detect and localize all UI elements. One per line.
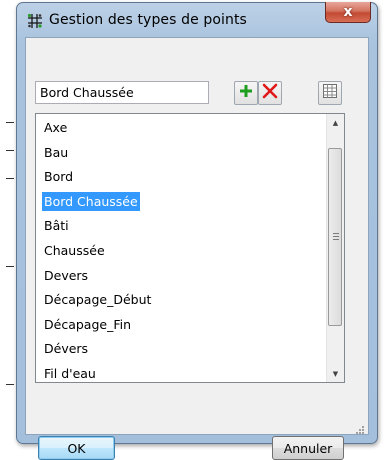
add-point-type-button[interactable] bbox=[234, 81, 258, 105]
dialog-window: Gestion des types de points x Bord Chaus… bbox=[16, 2, 378, 460]
list-item[interactable]: Fil d'eau bbox=[42, 364, 98, 382]
cancel-button[interactable]: Annuler bbox=[272, 436, 344, 460]
table-view-button[interactable] bbox=[318, 81, 342, 105]
points-grid-icon bbox=[27, 13, 43, 29]
list-item[interactable]: Axe bbox=[42, 118, 69, 137]
background-mark bbox=[6, 150, 14, 151]
dialog-client-area: Bord Chaussée Axe Bau Bord Bord Chaussée… bbox=[25, 37, 369, 460]
background-mark bbox=[6, 178, 14, 179]
title-bar[interactable]: Gestion des types de points x bbox=[17, 2, 377, 37]
red-x-icon bbox=[261, 82, 279, 104]
list-item[interactable]: Décapage_Fin bbox=[42, 315, 133, 334]
window-title: Gestion des types de points bbox=[49, 12, 247, 28]
scrollbar-grip bbox=[333, 236, 339, 237]
scroll-up-arrow-icon[interactable]: ▲ bbox=[327, 114, 344, 131]
delete-point-type-button[interactable] bbox=[258, 81, 282, 105]
list-item[interactable]: Chaussée bbox=[42, 241, 107, 260]
vertical-scrollbar[interactable]: ▲ ▼ bbox=[326, 114, 344, 382]
close-icon: x bbox=[343, 4, 353, 20]
scrollbar-grip bbox=[333, 233, 339, 234]
scroll-down-arrow-icon[interactable]: ▼ bbox=[327, 365, 344, 382]
close-button[interactable]: x bbox=[325, 2, 371, 23]
grid-icon bbox=[322, 83, 338, 103]
background-mark bbox=[6, 266, 14, 267]
scrollbar-grip bbox=[333, 239, 339, 240]
scrollbar-thumb[interactable] bbox=[328, 148, 342, 326]
list-item[interactable]: Décapage_Début bbox=[42, 290, 153, 309]
resize-grip-icon[interactable] bbox=[354, 420, 365, 434]
list-item[interactable]: Bau bbox=[42, 143, 70, 162]
plus-icon bbox=[238, 83, 254, 103]
background-mark bbox=[6, 122, 14, 123]
background-mark bbox=[6, 384, 14, 385]
ok-button[interactable]: OK bbox=[38, 436, 115, 460]
point-type-name-input[interactable]: Bord Chaussée bbox=[35, 81, 209, 104]
list-item[interactable]: Devers bbox=[42, 266, 90, 285]
list-item[interactable]: Dévers bbox=[42, 339, 90, 358]
point-types-list[interactable]: Axe Bau Bord Bord Chaussée Bâti Chaussée Dever… bbox=[35, 113, 345, 383]
list-item[interactable]: Bord Chaussée bbox=[42, 191, 140, 211]
list-item[interactable]: Bâti bbox=[42, 216, 71, 235]
list-item[interactable]: Bord bbox=[42, 167, 75, 186]
